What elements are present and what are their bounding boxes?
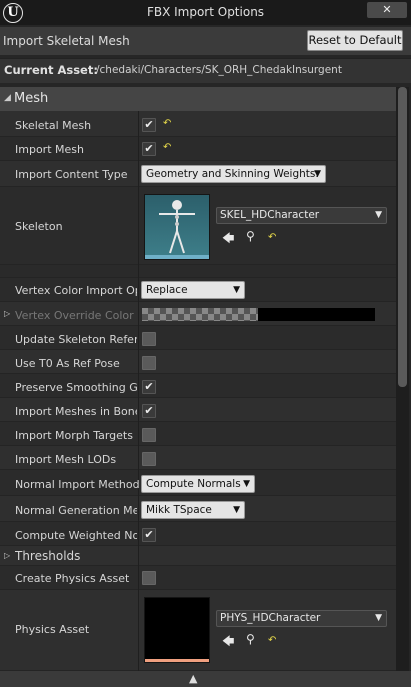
expand-arrow-icon[interactable]: ▷	[4, 309, 10, 318]
import-mesh-checkbox[interactable]: ✔	[142, 142, 156, 156]
collapse-arrow-icon[interactable]: ◢	[4, 93, 11, 103]
dialog-heading: Import Skeletal Mesh	[3, 34, 130, 48]
close-button[interactable]: ✕	[367, 2, 407, 18]
current-asset-path: /chedaki/Characters/SK_ORH_ChedakInsurge…	[96, 64, 342, 76]
expand-arrow-icon[interactable]: ▷	[4, 551, 10, 560]
import-lods-label: Import Mesh LODs	[15, 453, 117, 466]
import-meshes-bone-label: Import Meshes in Bone H	[15, 405, 137, 418]
reset-arrow-icon[interactable]: ↶	[163, 118, 171, 129]
vertex-color-import-dropdown[interactable]: Replace ▼	[141, 281, 245, 299]
chevron-down-icon: ▼	[233, 505, 240, 515]
use-t0-checkbox[interactable]	[142, 356, 156, 370]
vertex-override-color-label: Vertex Override Color	[15, 309, 134, 322]
row-spacer	[0, 265, 396, 278]
vertex-color-import-label: Vertex Color Import Opti	[15, 284, 137, 297]
import-morph-checkbox[interactable]	[142, 428, 156, 442]
chevron-down-icon: ▼	[375, 613, 382, 623]
chevron-down-icon: ▼	[375, 210, 382, 220]
chevron-down-icon: ▼	[314, 169, 321, 179]
reset-to-default-button[interactable]: Reset to Default	[307, 30, 403, 51]
normal-import-label: Normal Import Method	[15, 478, 140, 491]
import-content-type-label: Import Content Type	[15, 168, 128, 181]
normal-import-value: Compute Normals	[146, 478, 241, 490]
import-meshes-bone-checkbox[interactable]: ✔	[142, 404, 156, 418]
reset-arrow-icon[interactable]: ↶	[268, 232, 276, 243]
normal-generation-dropdown[interactable]: Mikk TSpace ▼	[141, 501, 245, 519]
import-content-type-value: Geometry and Skinning Weights.	[146, 168, 319, 180]
expand-up-icon[interactable]: ▲	[189, 672, 197, 685]
physics-asset-value: PHYS_HDCharacter	[220, 612, 321, 624]
skeleton-figure-icon	[145, 200, 209, 259]
use-selected-arrow-icon[interactable]: 🡄	[222, 229, 234, 250]
use-t0-label: Use T0 As Ref Pose	[15, 357, 120, 370]
preserve-smoothing-label: Preserve Smoothing Gro	[15, 381, 137, 394]
reset-arrow-icon[interactable]: ↶	[268, 635, 276, 646]
create-physics-checkbox[interactable]	[142, 571, 156, 585]
import-mesh-label: Import Mesh	[15, 143, 84, 156]
column-splitter[interactable]	[138, 111, 139, 671]
scrollbar-thumb[interactable]	[398, 87, 407, 387]
normal-import-dropdown[interactable]: Compute Normals ▼	[141, 475, 255, 493]
skeletal-mesh-label: Skeletal Mesh	[15, 119, 92, 132]
bottom-bar	[0, 671, 411, 687]
import-morph-label: Import Morph Targets	[15, 429, 133, 442]
skeleton-asset-picker[interactable]: SKEL_HDCharacter ▼	[216, 207, 387, 224]
browse-search-icon[interactable]: ⚲	[246, 229, 255, 243]
current-asset-label: Current Asset:	[4, 63, 98, 77]
physics-asset-picker[interactable]: PHYS_HDCharacter ▼	[216, 610, 387, 627]
skeletal-mesh-checkbox[interactable]: ✔	[142, 118, 156, 132]
normal-generation-value: Mikk TSpace	[146, 504, 212, 516]
import-lods-checkbox[interactable]	[142, 452, 156, 466]
import-content-type-dropdown[interactable]: Geometry and Skinning Weights. ▼	[141, 165, 326, 183]
vertex-color-import-value: Replace	[146, 284, 188, 296]
physics-asset-thumbnail[interactable]	[144, 597, 210, 663]
chevron-down-icon: ▼	[243, 479, 250, 489]
section-mesh-label: Mesh	[14, 91, 49, 106]
asset-type-strip	[145, 659, 209, 662]
reset-arrow-icon[interactable]: ↶	[163, 142, 171, 153]
normal-generation-label: Normal Generation Meth	[15, 504, 137, 517]
compute-weighted-checkbox[interactable]: ✔	[142, 528, 156, 542]
skeleton-thumbnail[interactable]	[144, 194, 210, 260]
compute-weighted-label: Compute Weighted Norm	[15, 529, 137, 542]
section-mesh[interactable]	[0, 87, 396, 111]
thresholds-label[interactable]: Thresholds	[15, 549, 80, 563]
update-skeleton-checkbox[interactable]	[142, 332, 156, 346]
skeleton-label: Skeleton	[15, 220, 63, 233]
browse-search-icon[interactable]: ⚲	[246, 632, 255, 646]
skeleton-asset-value: SKEL_HDCharacter	[220, 209, 320, 221]
use-selected-arrow-icon[interactable]: 🡄	[222, 632, 234, 653]
vertex-override-color-fill	[258, 308, 375, 321]
preserve-smoothing-checkbox[interactable]: ✔	[142, 380, 156, 394]
create-physics-label: Create Physics Asset	[15, 572, 130, 585]
chevron-down-icon: ▼	[233, 285, 240, 295]
physics-asset-label: Physics Asset	[15, 623, 90, 636]
window-title: FBX Import Options	[146, 5, 265, 19]
update-skeleton-label: Update Skeleton Referer	[15, 333, 137, 346]
